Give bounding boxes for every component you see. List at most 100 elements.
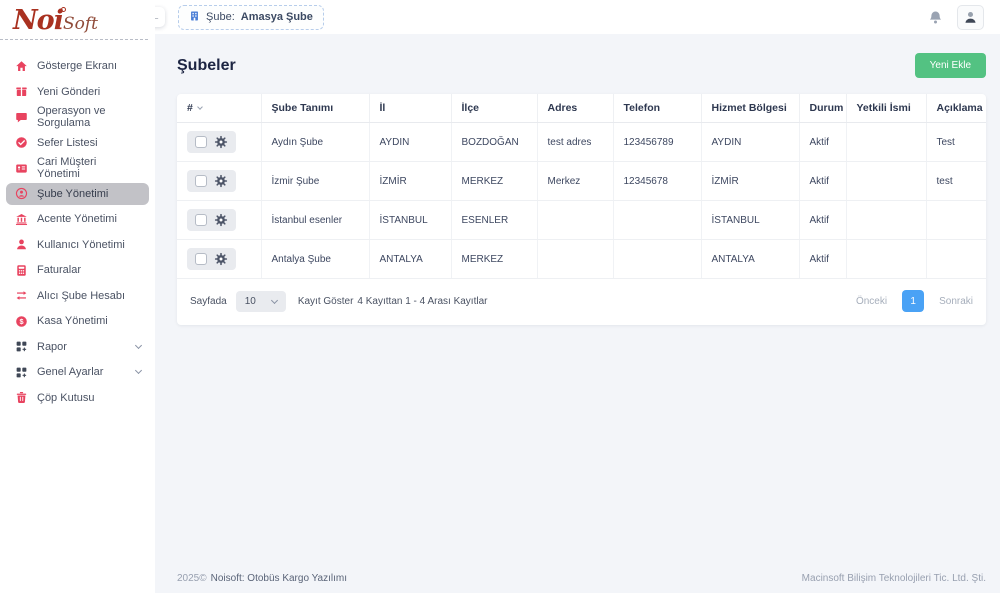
sidebar-item-operasyon-ve-sorgulama[interactable]: Operasyon ve Sorgulama [6, 106, 149, 128]
column-header-index[interactable]: # [177, 94, 261, 123]
gear-icon[interactable] [214, 252, 228, 266]
chevron-down-icon [135, 341, 142, 348]
table-row: Aydın Şube AYDIN BOZDOĞAN test adres 123… [177, 123, 986, 162]
table-row: İzmir Şube İZMİR MERKEZ Merkez 12345678 … [177, 162, 986, 201]
cell-telefon: 12345678 [613, 162, 701, 201]
sidebar-nav: Gösterge Ekranı Yeni Gönderi Operasyon v… [0, 40, 155, 409]
chevron-down-icon [135, 367, 142, 374]
main-column: ← Şube: Amasya Şube Şubeler Yeni Ekle [155, 0, 1000, 593]
cell-durum: Aktif [799, 201, 846, 240]
column-header-telefon[interactable]: Telefon [613, 94, 701, 123]
sidebar-item-label: Genel Ayarlar [37, 366, 103, 378]
row-checkbox[interactable] [195, 175, 207, 187]
branch-badge[interactable]: Şube: Amasya Şube [178, 5, 324, 30]
cell-yetkili-ismi [846, 240, 926, 279]
sidebar-item-label: Cari Müşteri Yönetimi [37, 156, 141, 180]
cell-sube-tanimi: Aydın Şube [261, 123, 369, 162]
cell-telefon: 123456789 [613, 123, 701, 162]
topbar: ← Şube: Amasya Şube [155, 0, 1000, 34]
check-circle-icon [14, 136, 28, 150]
column-header-aciklama[interactable]: Açıklama [926, 94, 986, 123]
sidebar-item-cop-kutusu[interactable]: Çöp Kutusu [6, 387, 149, 409]
cell-aciklama [926, 201, 986, 240]
gear-icon[interactable] [214, 174, 228, 188]
records-summary: 4 Kayıttan 1 - 4 Arası Kayıtlar [357, 296, 487, 307]
row-checkbox[interactable] [195, 253, 207, 265]
calculator-icon [14, 263, 28, 277]
footer-year: 2025© [177, 573, 207, 584]
gear-icon[interactable] [214, 213, 228, 227]
brand-logo[interactable]: NoiSoft [0, 0, 148, 40]
sidebar-item-label: Yeni Gönderi [37, 86, 100, 98]
column-header-hizmet-bolgesi[interactable]: Hizmet Bölgesi [701, 94, 799, 123]
cell-il: İSTANBUL [369, 201, 451, 240]
sidebar-item-label: Acente Yönetimi [37, 213, 117, 225]
sidebar-item-cari-musteri-yonetimi[interactable]: Cari Müşteri Yönetimi [6, 157, 149, 179]
row-action-group [187, 209, 236, 231]
content-header: Şubeler Yeni Ekle [177, 53, 986, 78]
sidebar-item-sube-yonetimi[interactable]: Şube Yönetimi [6, 183, 149, 205]
per-page-select[interactable]: 10 [236, 291, 286, 312]
sort-chevron-icon [197, 104, 203, 110]
sidebar-item-label: Kullanıcı Yönetimi [37, 239, 125, 251]
cell-il: AYDIN [369, 123, 451, 162]
branches-table: # Şube Tanımı İl İlçe Adres Telefon Hizm… [177, 94, 986, 279]
sidebar-item-sefer-listesi[interactable]: Sefer Listesi [6, 132, 149, 154]
sidebar-item-rapor[interactable]: Rapor [6, 336, 149, 358]
chat-icon [14, 110, 28, 124]
sidebar-item-label: Şube Yönetimi [37, 188, 108, 200]
branches-table-card: # Şube Tanımı İl İlçe Adres Telefon Hizm… [177, 94, 986, 325]
page-number-button[interactable]: 1 [902, 290, 924, 312]
add-new-button[interactable]: Yeni Ekle [915, 53, 986, 78]
topbar-actions [928, 5, 984, 30]
column-header-il[interactable]: İl [369, 94, 451, 123]
cell-sube-tanimi: İstanbul esenler [261, 201, 369, 240]
sidebar-item-kasa-yonetimi[interactable]: $ Kasa Yönetimi [6, 310, 149, 332]
sidebar-item-acente-yonetimi[interactable]: Acente Yönetimi [6, 208, 149, 230]
cell-yetkili-ismi [846, 162, 926, 201]
content: Şubeler Yeni Ekle # Şube Tanımı İl İlçe [155, 34, 1000, 573]
table-row: Antalya Şube ANTALYA MERKEZ ANTALYA Akti… [177, 240, 986, 279]
gear-icon[interactable] [214, 135, 228, 149]
brand-logo-text-primary: Noi [13, 5, 63, 36]
cell-yetkili-ismi [846, 201, 926, 240]
column-header-durum[interactable]: Durum [799, 94, 846, 123]
sidebar-item-faturalar[interactable]: Faturalar [6, 259, 149, 281]
sidebar-item-alici-sube-hesabi[interactable]: Alıcı Şube Hesabı [6, 285, 149, 307]
chevron-down-icon [271, 296, 278, 303]
column-header-sube-tanimi[interactable]: Şube Tanımı [261, 94, 369, 123]
row-actions-cell [177, 201, 261, 240]
sidebar-item-kullanici-yonetimi[interactable]: Kullanıcı Yönetimi [6, 234, 149, 256]
row-actions-cell [177, 162, 261, 201]
row-action-group [187, 170, 236, 192]
bell-icon[interactable] [928, 10, 943, 25]
column-header-ilce[interactable]: İlçe [451, 94, 537, 123]
sidebar-item-yeni-gonderi[interactable]: Yeni Gönderi [6, 81, 149, 103]
cell-aciklama: Test [926, 123, 986, 162]
sidebar-item-label: Rapor [37, 341, 67, 353]
next-page-button[interactable]: Sonraki [939, 296, 973, 307]
cell-ilce: MERKEZ [451, 162, 537, 201]
brand-logo-text-secondary: Soft [63, 14, 98, 34]
pagination-bar: Sayfada 10 Kayıt Göster 4 Kayıttan 1 - 4… [177, 279, 986, 325]
column-header-yetkili-ismi[interactable]: Yetkili İsmi [846, 94, 926, 123]
user-avatar-button[interactable] [957, 5, 984, 30]
cell-hizmet-bolgesi: AYDIN [701, 123, 799, 162]
cell-aciklama: test [926, 162, 986, 201]
row-checkbox[interactable] [195, 214, 207, 226]
sidebar-item-gosterge-ekrani[interactable]: Gösterge Ekranı [6, 55, 149, 77]
cell-adres [537, 240, 613, 279]
page-title: Şubeler [177, 57, 236, 75]
row-actions-cell [177, 123, 261, 162]
svg-text:$: $ [19, 317, 23, 326]
cell-il: ANTALYA [369, 240, 451, 279]
user-icon [14, 238, 28, 252]
column-header-adres[interactable]: Adres [537, 94, 613, 123]
sidebar-item-genel-ayarlar[interactable]: Genel Ayarlar [6, 361, 149, 383]
cell-durum: Aktif [799, 162, 846, 201]
dollar-circle-icon: $ [14, 314, 28, 328]
row-checkbox[interactable] [195, 136, 207, 148]
sidebar-item-label: Gösterge Ekranı [37, 60, 117, 72]
previous-page-button[interactable]: Önceki [856, 296, 887, 307]
branch-badge-prefix: Şube: [206, 11, 235, 23]
